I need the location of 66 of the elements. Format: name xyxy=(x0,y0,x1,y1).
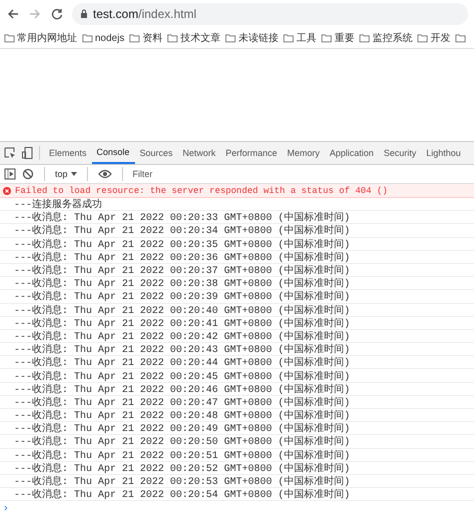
folder-icon xyxy=(4,33,15,43)
log-message: ---收消息: Thu Apr 21 2022 00:20:49 GMT+0800 (中国标准时间) xyxy=(14,422,350,436)
log-message: ---连接服务器成功 xyxy=(14,198,102,212)
log-message: ---收消息: Thu Apr 21 2022 00:20:33 GMT+0800 (中国标准时间) xyxy=(14,210,350,224)
log-message: ---收消息: Thu Apr 21 2022 00:20:46 GMT+0800 (中国标准时间) xyxy=(14,382,350,396)
bookmark-item[interactable]: 技术文章 xyxy=(167,31,220,45)
folder-icon xyxy=(359,33,370,43)
folder-icon[interactable] xyxy=(455,33,466,43)
folder-icon xyxy=(167,33,178,43)
bookmark-item[interactable]: nodejs xyxy=(82,32,124,44)
clear-icon[interactable] xyxy=(22,168,34,180)
lock-icon xyxy=(80,9,88,19)
folder-icon xyxy=(321,33,332,43)
devtools-tab[interactable]: Security xyxy=(378,142,422,164)
context-selector[interactable]: top xyxy=(55,169,77,179)
bookmark-item[interactable]: 资料 xyxy=(129,31,162,45)
log-message: ---收消息: Thu Apr 21 2022 00:20:53 GMT+0800 (中国标准时间) xyxy=(14,474,350,488)
log-message: ---收消息: Thu Apr 21 2022 00:20:38 GMT+0800 (中国标准时间) xyxy=(14,276,350,290)
devtools-tab[interactable]: Sources xyxy=(134,142,178,164)
log-message: ---收消息: Thu Apr 21 2022 00:20:47 GMT+0800 (中国标准时间) xyxy=(14,396,350,409)
log-message: ---收消息: Thu Apr 21 2022 00:20:39 GMT+0800 (中国标准时间) xyxy=(14,290,350,304)
log-message: ---收消息: Thu Apr 21 2022 00:20:34 GMT+0800 (中国标准时间) xyxy=(14,224,350,238)
log-message: ---收消息: Thu Apr 21 2022 00:20:35 GMT+0800 (中国标准时间) xyxy=(14,238,350,251)
devtools-tab[interactable]: Application xyxy=(324,142,379,164)
log-message: ---收消息: Thu Apr 21 2022 00:20:51 GMT+0800 (中国标准时间) xyxy=(14,448,350,462)
log-message: ---收消息: Thu Apr 21 2022 00:20:50 GMT+0800 (中国标准时间) xyxy=(14,434,350,448)
log-message: ---收消息: Thu Apr 21 2022 00:20:48 GMT+0800 (中国标准时间) xyxy=(14,408,350,422)
log-message: ---收消息: Thu Apr 21 2022 00:20:44 GMT+0800 (中国标准时间) xyxy=(14,356,350,370)
devtools-tab[interactable]: Console xyxy=(92,142,135,164)
log-message: ---收消息: Thu Apr 21 2022 00:20:43 GMT+0800 (中国标准时间) xyxy=(14,342,350,356)
log-message: ---收消息: Thu Apr 21 2022 00:20:54 GMT+0800 (中国标准时间) xyxy=(14,488,350,502)
log-message: ---收消息: Thu Apr 21 2022 00:20:42 GMT+0800 (中国标准时间) xyxy=(14,330,350,343)
devtools-tab[interactable]: Elements xyxy=(44,142,92,164)
log-message: ---收消息: Thu Apr 21 2022 00:20:52 GMT+0800 (中国标准时间) xyxy=(14,462,350,475)
devtools-tab[interactable]: Network xyxy=(178,142,221,164)
log-message: ---收消息: Thu Apr 21 2022 00:20:41 GMT+0800 (中国标准时间) xyxy=(14,316,350,330)
bookmark-item[interactable]: 监控系统 xyxy=(359,31,412,45)
bookmark-item[interactable]: 常用内网地址 xyxy=(4,31,77,45)
filter-field[interactable]: Filter xyxy=(132,169,253,179)
error-icon xyxy=(3,186,11,194)
devtools-tab[interactable]: Lighthou xyxy=(421,142,466,164)
folder-icon xyxy=(225,33,236,43)
folder-icon xyxy=(129,33,140,43)
log-message: ---收消息: Thu Apr 21 2022 00:20:36 GMT+0800 (中国标准时间) xyxy=(14,250,350,264)
inspect-icon[interactable] xyxy=(3,146,17,160)
error-message: Failed to load resource: the server responded with a status of 404 () xyxy=(15,186,388,196)
bookmark-item[interactable]: 未读链接 xyxy=(225,31,278,45)
bookmark-item[interactable]: 重要 xyxy=(321,31,354,45)
device-icon[interactable] xyxy=(21,146,35,160)
reload-icon[interactable] xyxy=(50,7,64,21)
eye-icon[interactable] xyxy=(98,169,112,179)
log-message: ---收消息: Thu Apr 21 2022 00:20:40 GMT+0800 (中国标准时间) xyxy=(14,304,350,317)
back-icon[interactable] xyxy=(6,7,20,21)
bookmark-item[interactable]: 工具 xyxy=(283,31,316,45)
log-message: ---收消息: Thu Apr 21 2022 00:20:37 GMT+0800 (中国标准时间) xyxy=(14,264,350,278)
folder-icon xyxy=(82,33,93,43)
console-prompt[interactable]: › xyxy=(4,502,8,514)
devtools-tab[interactable]: Performance xyxy=(220,142,282,164)
sidebar-icon[interactable] xyxy=(4,168,16,180)
address-bar[interactable]: test.com/index.html xyxy=(72,3,468,25)
folder-icon xyxy=(283,33,294,43)
caret-icon xyxy=(70,172,77,176)
log-message: ---收消息: Thu Apr 21 2022 00:20:45 GMT+0800 (中国标准时间) xyxy=(14,370,350,383)
bookmark-item[interactable]: 开发 xyxy=(417,31,450,45)
folder-icon xyxy=(417,33,428,43)
devtools-tab[interactable]: Memory xyxy=(282,142,325,164)
